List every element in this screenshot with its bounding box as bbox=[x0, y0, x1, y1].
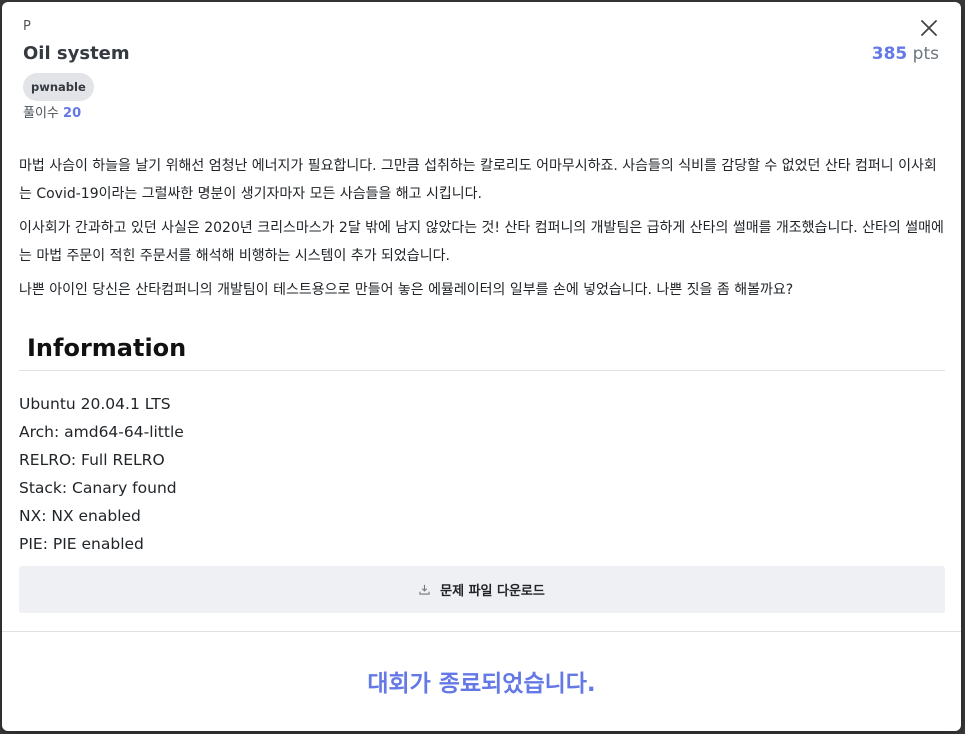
download-label: 문제 파일 다운로드 bbox=[440, 584, 545, 599]
footer-divider bbox=[2, 631, 961, 632]
info-divider bbox=[19, 370, 945, 371]
solves-count: 풀이수 20 bbox=[23, 102, 81, 121]
points-unit: pts bbox=[912, 44, 939, 64]
close-icon bbox=[921, 20, 937, 36]
description-paragraph: 이사회가 간과하고 있던 사실은 2020년 크리스마스가 2달 밖에 남지 않… bbox=[19, 220, 944, 264]
info-heading: Information bbox=[27, 334, 187, 362]
points-value: 385 bbox=[871, 44, 908, 64]
close-button[interactable] bbox=[917, 16, 941, 40]
info-line: PIE: PIE enabled bbox=[19, 535, 144, 553]
competition-ended-message: 대회가 종료되었습니다. bbox=[367, 671, 596, 697]
category-letter: P bbox=[23, 19, 31, 34]
description-paragraph: 마법 사슴이 하늘을 날기 위해선 엄청난 에너지가 필요합니다. 그만큼 섭취… bbox=[19, 158, 937, 202]
challenge-modal: P Oil system 385 pts pwnable 풀이수 20 마법 사… bbox=[2, 2, 961, 731]
solves-number: 20 bbox=[63, 106, 82, 121]
description-paragraph: 나쁜 아이인 당신은 산타컴퍼니의 개발팀이 테스트용으로 만들어 놓은 에뮬레… bbox=[19, 282, 794, 298]
info-line: Stack: Canary found bbox=[19, 479, 177, 497]
download-icon bbox=[419, 584, 430, 595]
challenge-title: Oil system bbox=[23, 43, 130, 64]
info-list: Ubuntu 20.04.1 LTS Arch: amd64-64-little… bbox=[19, 390, 184, 558]
challenge-points: 385 pts bbox=[872, 44, 939, 64]
download-button[interactable]: 문제 파일 다운로드 bbox=[19, 566, 945, 613]
category-tag[interactable]: pwnable bbox=[23, 73, 94, 101]
info-line: Arch: amd64-64-little bbox=[19, 423, 184, 441]
info-line: Ubuntu 20.04.1 LTS bbox=[19, 395, 171, 413]
solves-label: 풀이수 bbox=[23, 106, 59, 121]
info-line: RELRO: Full RELRO bbox=[19, 451, 165, 469]
challenge-description: 마법 사슴이 하늘을 날기 위해선 엄청난 에너지가 필요합니다. 그만큼 섭취… bbox=[19, 152, 945, 310]
info-line: NX: NX enabled bbox=[19, 507, 141, 525]
